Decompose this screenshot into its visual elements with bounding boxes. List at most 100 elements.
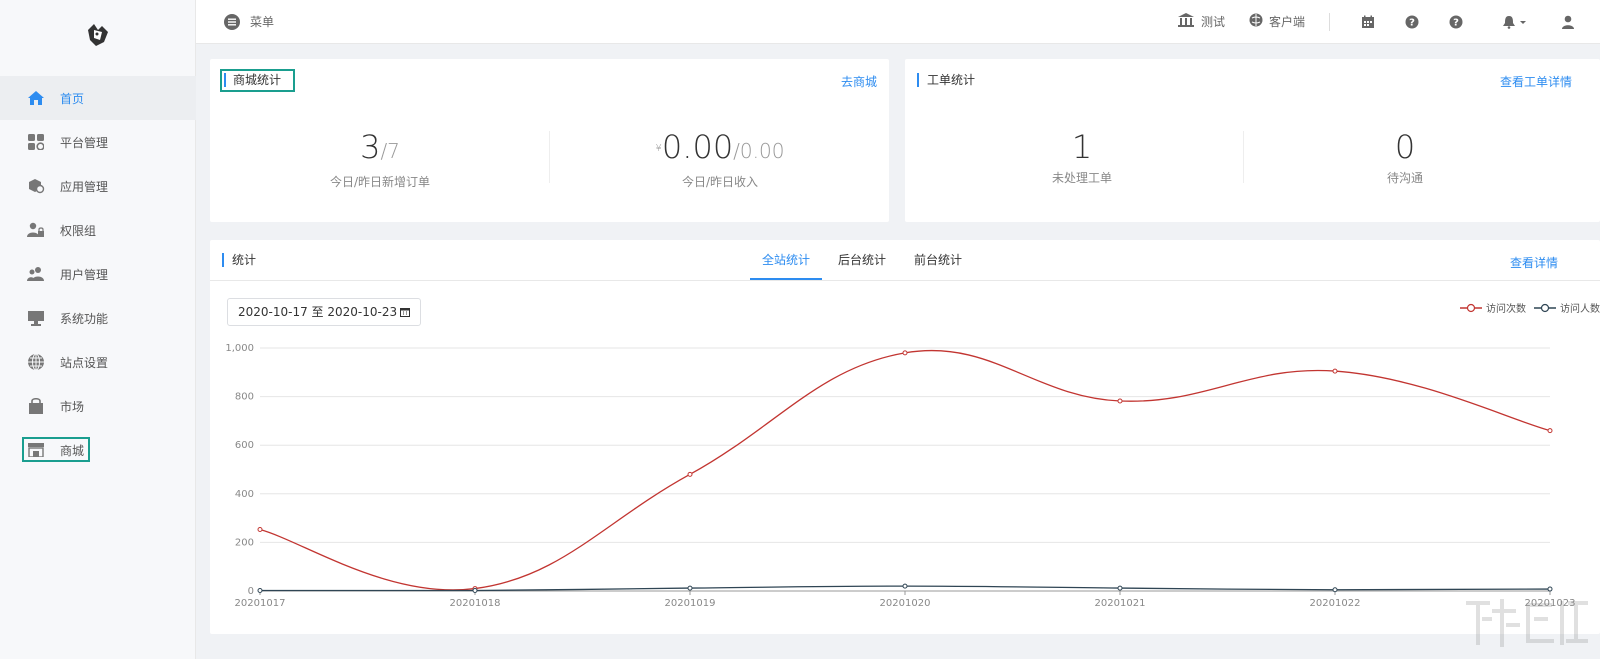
statistics-tabs: 全站统计 后台统计 前台统计	[750, 240, 978, 280]
ticket-details-link[interactable]: 查看工单详情	[1500, 73, 1572, 90]
sidebar-item-label: 平台管理	[60, 135, 109, 150]
chart-legend: 访问次数 访问人数	[1452, 300, 1600, 315]
calendar-icon[interactable]	[1360, 14, 1376, 30]
tab-site-stats[interactable]: 全站统计	[750, 240, 823, 280]
sidebar-item-store[interactable]: 商城	[0, 428, 196, 472]
data-point	[1117, 585, 1123, 591]
data-point	[472, 588, 478, 594]
data-point	[472, 586, 478, 592]
globe-icon	[26, 352, 46, 372]
sidebar-item-globe[interactable]: 站点设置	[0, 340, 196, 384]
data-point	[257, 588, 263, 594]
sidebar-item-user-lock[interactable]: 权限组	[0, 208, 196, 252]
sidebar: 首页平台管理应用管理权限组用户管理系统功能站点设置市场商城	[0, 0, 196, 659]
shop-stats-card: 商城统计 去商城 3/7 今日/昨日新增订单 ¥0.00/0.00 今日/昨日收…	[210, 59, 889, 222]
pending-tickets-value: 1	[1071, 128, 1093, 166]
y-tick-label: 0	[248, 586, 254, 597]
date-range-picker[interactable]: 2020-10-17 至 2020-10-23	[227, 298, 422, 326]
tab-frontend-stats[interactable]: 前台统计	[902, 240, 974, 280]
x-tick-label: 20201017	[235, 598, 286, 609]
legend-visitors[interactable]: 访问人数	[1534, 300, 1600, 315]
bank-icon	[1177, 12, 1195, 31]
sidebar-item-label: 权限组	[60, 223, 97, 238]
sidebar-item-package[interactable]: 应用管理	[0, 164, 196, 208]
data-point	[1547, 586, 1553, 592]
to-communicate-label: 待沟通	[1386, 171, 1423, 185]
tab-backend-stats[interactable]: 后台统计	[826, 240, 898, 280]
x-tick-label: 20201020	[880, 598, 931, 609]
orders-label: 今日/昨日新增订单	[329, 175, 431, 189]
bell-icon[interactable]	[1500, 14, 1530, 30]
user-icon[interactable]	[1560, 14, 1576, 30]
sidebar-item-users[interactable]: 用户管理	[0, 252, 196, 296]
client-link[interactable]: 客户端	[1249, 13, 1305, 30]
sidebar-item-grid[interactable]: 平台管理	[0, 120, 196, 164]
header-divider	[1329, 12, 1330, 31]
data-point	[902, 350, 908, 356]
y-tick-label: 800	[235, 392, 254, 403]
statistics-card: 统计 全站统计 后台统计 前台统计 查看详情 2020-10-17 至 2020…	[210, 240, 1600, 634]
calendar-icon	[400, 307, 411, 317]
data-point	[257, 527, 263, 533]
bag-icon	[26, 396, 46, 416]
sidebar-item-home[interactable]: 首页	[0, 76, 196, 120]
users-icon	[26, 264, 46, 284]
legend-visits-marker	[1460, 303, 1482, 312]
tab-underline-divider	[210, 280, 1600, 281]
ticket-stats-title: 工单统计	[917, 73, 975, 87]
income-yesterday-value: /0.00	[733, 139, 785, 163]
monitor-icon	[26, 308, 46, 328]
help-icon[interactable]: ?	[1404, 14, 1420, 30]
data-point	[1332, 587, 1338, 593]
data-point	[1117, 398, 1123, 404]
data-point	[1332, 368, 1338, 374]
sidebar-item-label: 用户管理	[60, 267, 109, 282]
y-tick-label: 400	[235, 489, 254, 500]
menu-toggle[interactable]: 菜单	[224, 13, 274, 30]
legend-visitors-label: 访问人数	[1560, 304, 1600, 315]
sidebar-item-label: 系统功能	[60, 311, 109, 326]
x-tick-label: 20201022	[1310, 598, 1361, 609]
sidebar-item-label: 市场	[60, 399, 85, 414]
to-communicate-stat: 0 待沟通	[1325, 129, 1485, 186]
sidebar-item-label: 首页	[60, 91, 85, 106]
to-communicate-value: 0	[1394, 128, 1416, 166]
y-tick-label: 1,000	[225, 343, 254, 354]
x-tick-label: 20201021	[1095, 598, 1146, 609]
client-label: 客户端	[1268, 15, 1305, 29]
sidebar-item-label: 站点设置	[60, 355, 109, 370]
date-range-value: 2020-10-17 至 2020-10-23	[238, 305, 398, 319]
sidebar-item-monitor[interactable]: 系统功能	[0, 296, 196, 340]
x-tick-label: 20201018	[450, 598, 501, 609]
legend-visits[interactable]: 访问次数	[1460, 300, 1526, 315]
home-icon	[26, 88, 46, 108]
question-icon[interactable]: ?	[1448, 14, 1464, 30]
y-tick-label: 200	[235, 537, 254, 548]
ticket-stats-card: 工单统计 查看工单详情 1 未处理工单 0 待沟通	[905, 59, 1600, 222]
user-lock-icon	[26, 220, 46, 240]
menu-label: 菜单	[250, 15, 275, 29]
sidebar-item-bag[interactable]: 市场	[0, 384, 196, 428]
series-line-visits	[259, 349, 1551, 591]
logo[interactable]	[82, 20, 116, 50]
y-tick-label: 600	[235, 440, 254, 451]
grid-icon	[26, 132, 46, 152]
globe-icon	[1249, 13, 1263, 30]
orders-today-value: 3	[360, 128, 381, 166]
series-line-visitors	[259, 585, 1551, 592]
view-details-link[interactable]: 查看详情	[1510, 254, 1558, 271]
shop-stats-divider	[549, 131, 550, 183]
top-header: 菜单 测试 客户端 ? ?	[196, 0, 1600, 44]
income-label: 今日/昨日收入	[681, 175, 759, 189]
data-point	[1547, 428, 1553, 434]
go-to-shop-link[interactable]: 去商城	[841, 73, 877, 90]
data-point	[687, 471, 693, 477]
ticket-stats-divider	[1243, 131, 1244, 183]
legend-visitors-marker	[1534, 303, 1556, 312]
svg-text:?: ?	[1453, 17, 1459, 28]
header-actions: 测试 客户端 ? ?	[1177, 0, 1600, 44]
data-point	[902, 583, 908, 589]
sidebar-item-label: 应用管理	[60, 179, 109, 194]
test-link[interactable]: 测试	[1177, 12, 1225, 31]
statistics-title: 统计	[222, 253, 256, 267]
